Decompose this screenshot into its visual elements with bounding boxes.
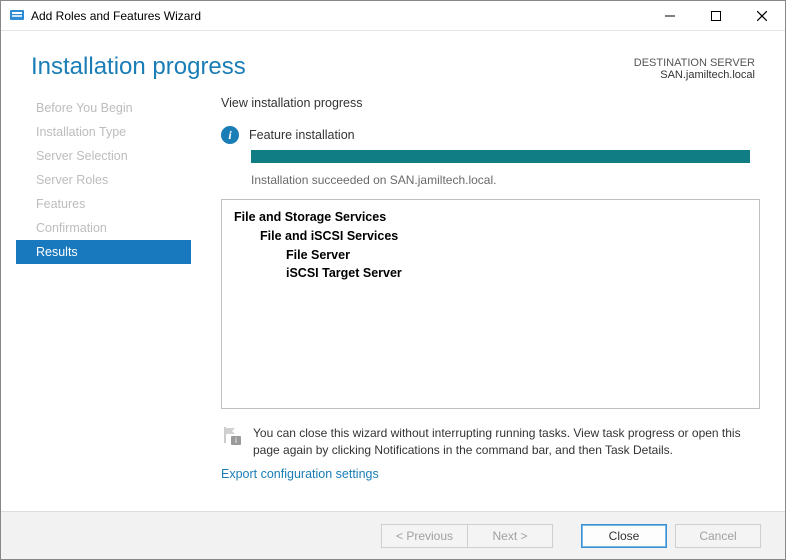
step-server-selection: Server Selection	[16, 144, 191, 168]
step-results: Results	[16, 240, 191, 264]
step-before-you-begin: Before You Begin	[16, 96, 191, 120]
cancel-button: Cancel	[675, 524, 761, 548]
header: Installation progress DESTINATION SERVER…	[1, 31, 785, 81]
window-maximize-button[interactable]	[693, 1, 739, 31]
panel-subtitle: View installation progress	[221, 96, 760, 110]
hint-text: You can close this wizard without interr…	[253, 425, 760, 459]
progress-bar-fill	[251, 150, 750, 163]
installation-result-text: Installation succeeded on SAN.jamiltech.…	[251, 173, 760, 187]
app-icon	[9, 8, 25, 24]
wizard-sidebar: Before You Begin Installation Type Serve…	[16, 81, 191, 481]
next-button: Next >	[467, 524, 553, 548]
export-configuration-link[interactable]: Export configuration settings	[221, 467, 760, 481]
previous-button: < Previous	[381, 524, 467, 548]
destination-server: SAN.jamiltech.local	[634, 69, 755, 81]
window-titlebar: Add Roles and Features Wizard	[1, 1, 785, 31]
wizard-button-bar: < Previous Next > Close Cancel	[1, 511, 785, 559]
feature-level-0: File and Storage Services	[234, 208, 747, 227]
feature-level-2-iscsi-target: iSCSI Target Server	[234, 264, 747, 283]
close-button[interactable]: Close	[581, 524, 667, 548]
status-title: Feature installation	[249, 128, 355, 142]
status-row: i Feature installation	[221, 126, 760, 144]
flag-icon: i	[221, 425, 243, 447]
destination-label: DESTINATION SERVER	[634, 57, 755, 69]
step-installation-type: Installation Type	[16, 120, 191, 144]
step-server-roles: Server Roles	[16, 168, 191, 192]
progress-bar	[251, 150, 750, 163]
hint-row: i You can close this wizard without inte…	[221, 425, 760, 459]
feature-level-2-file-server: File Server	[234, 246, 747, 265]
info-icon: i	[221, 126, 239, 144]
page-title: Installation progress	[31, 53, 634, 81]
window-close-button[interactable]	[739, 1, 785, 31]
destination-server-block: DESTINATION SERVER SAN.jamiltech.local	[634, 53, 755, 81]
window-title: Add Roles and Features Wizard	[31, 9, 201, 23]
window-minimize-button[interactable]	[647, 1, 693, 31]
feature-level-1: File and iSCSI Services	[234, 227, 747, 246]
installed-features-box: File and Storage Services File and iSCSI…	[221, 199, 760, 409]
step-features: Features	[16, 192, 191, 216]
svg-text:i: i	[235, 436, 237, 445]
main-panel: View installation progress i Feature ins…	[191, 81, 760, 481]
step-confirmation: Confirmation	[16, 216, 191, 240]
